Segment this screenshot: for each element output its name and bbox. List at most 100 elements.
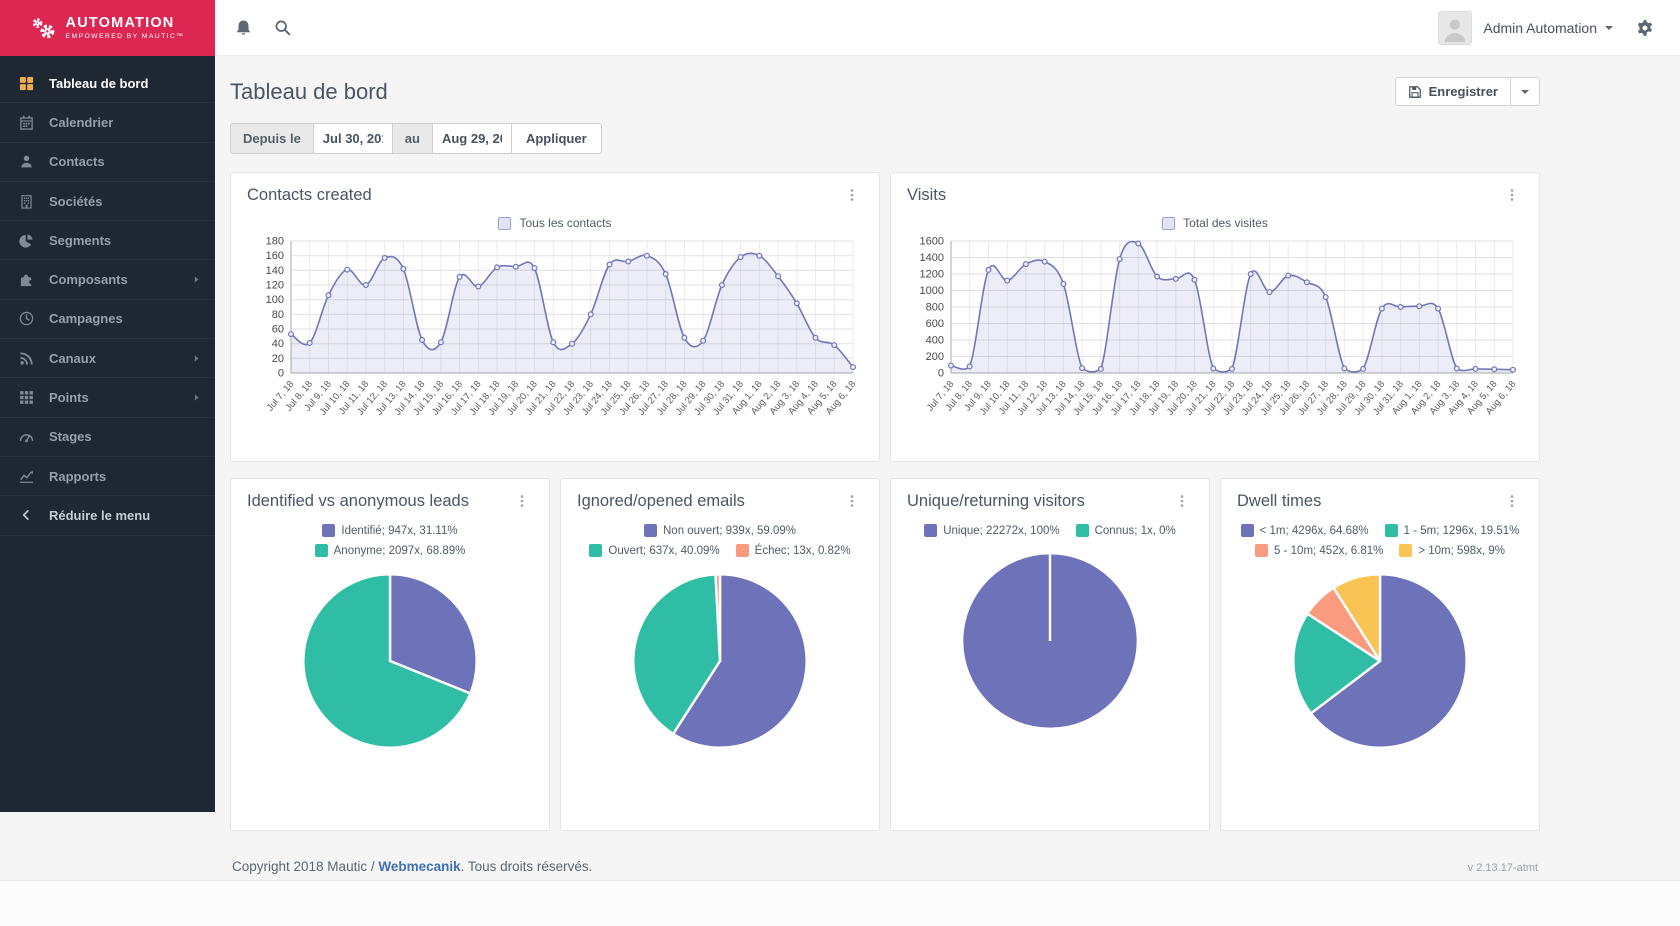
legend-item: Non ouvert; 939x, 59.09% <box>644 524 796 537</box>
topbar: AUTOMATION EMPOWERED BY MAUTIC™ <box>0 0 1680 56</box>
save-dropdown-button[interactable] <box>1510 77 1540 106</box>
legend-item[interactable]: Tous les contacts <box>247 216 863 230</box>
panel-title: Visits <box>907 186 946 205</box>
legend-swatch <box>1241 524 1254 537</box>
panel-menu-button[interactable] <box>1501 186 1523 207</box>
date-filter: Depuis le au Appliquer <box>230 123 1540 154</box>
panel-title: Dwell times <box>1237 492 1321 511</box>
svg-text:40: 40 <box>272 338 284 350</box>
contacts-created-panel: Contacts created Tous les contacts 0 20 40… <box>230 172 880 462</box>
identified-vs-anonymous-pie <box>299 570 481 752</box>
legend-item: Identifié; 947x, 31.11% <box>322 524 457 537</box>
puzzle-icon <box>17 272 35 287</box>
legend-item: 5 - 10m; 452x, 6.81% <box>1255 544 1383 557</box>
bell-icon <box>235 19 252 36</box>
legend-swatch <box>1076 524 1089 537</box>
chevron-left-icon <box>17 509 35 521</box>
visits-chart: 02004006008001000120014001600Jul 7, 18Ju… <box>907 233 1523 437</box>
svg-text:1400: 1400 <box>920 252 944 264</box>
save-icon <box>1408 85 1422 99</box>
legend-swatch <box>1255 544 1268 557</box>
svg-text:180: 180 <box>266 236 284 248</box>
sidebar-item-societes[interactable]: Sociétés <box>0 182 215 221</box>
svg-text:60: 60 <box>272 324 284 336</box>
apply-button[interactable]: Appliquer <box>511 123 602 154</box>
legend-item: > 10m; 598x, 9% <box>1399 544 1505 557</box>
search-button[interactable] <box>268 13 297 42</box>
panel-menu-button[interactable] <box>511 492 533 513</box>
webmecanik-link[interactable]: Webmecanik <box>378 859 460 874</box>
sidebar-item-tableau-de-bord[interactable]: Tableau de bord <box>0 64 215 103</box>
settings-button[interactable] <box>1630 13 1660 43</box>
sidebar-item-campagnes[interactable]: Campagnes <box>0 300 215 339</box>
legend-swatch <box>589 544 602 557</box>
page-title: Tableau de bord <box>230 79 388 105</box>
sidebar-item-segments[interactable]: Segments <box>0 221 215 260</box>
chevron-right-icon <box>192 354 201 363</box>
save-button[interactable]: Enregistrer <box>1395 77 1511 106</box>
legend-swatch <box>644 524 657 537</box>
user-name: Admin Automation <box>1483 20 1597 36</box>
notifications-button[interactable] <box>229 13 258 42</box>
footer: Copyright 2018 Mautic / Webmecanik. Tous… <box>230 831 1540 874</box>
user-menu[interactable]: Admin Automation <box>1483 20 1613 36</box>
panel-menu-button[interactable] <box>841 492 863 513</box>
legend-swatch <box>1385 524 1398 537</box>
svg-text:800: 800 <box>926 302 944 314</box>
ignored-opened-emails-panel: Ignored/opened emails Non ouvert; 939x, … <box>560 478 880 831</box>
brand-title: AUTOMATION <box>66 15 185 31</box>
legend-item: Échec; 13x, 0.82% <box>736 544 851 557</box>
legend-item[interactable]: Total des visites <box>907 216 1523 230</box>
brand-subtitle: EMPOWERED BY MAUTIC™ <box>66 33 185 40</box>
search-icon <box>274 19 291 36</box>
svg-text:1600: 1600 <box>920 236 944 248</box>
svg-text:200: 200 <box>926 351 944 363</box>
svg-text:120: 120 <box>266 280 284 292</box>
brand-gears-icon <box>31 15 57 41</box>
sidebar-item-contacts[interactable]: Contacts <box>0 143 215 182</box>
svg-text:1000: 1000 <box>920 285 944 297</box>
panel-menu-button[interactable] <box>841 186 863 207</box>
sidebar-item-rapports[interactable]: Rapports <box>0 457 215 496</box>
svg-text:0: 0 <box>278 368 284 380</box>
legend-item: Connus; 1x, 0% <box>1076 524 1176 537</box>
avatar[interactable] <box>1438 11 1472 45</box>
panel-menu-button[interactable] <box>1171 492 1193 513</box>
sidebar-item-canaux[interactable]: Canaux <box>0 339 215 378</box>
clock-icon <box>17 311 35 326</box>
dwell-times-panel: Dwell times < 1m; 4296x, 64.68% 1 - 5m; … <box>1220 478 1540 831</box>
panel-title: Ignored/opened emails <box>577 492 745 511</box>
legend-checkbox <box>1162 217 1175 230</box>
sidebar-item-points[interactable]: Points <box>0 378 215 417</box>
legend-swatch <box>736 544 749 557</box>
legend-item: Unique; 22272x, 100% <box>924 524 1059 537</box>
legend-checkbox <box>498 217 511 230</box>
visits-panel: Visits Total des visites 020040060080010… <box>890 172 1540 462</box>
chevron-down-icon <box>1521 90 1529 94</box>
sidebar-item-composants[interactable]: Composants <box>0 260 215 299</box>
date-from-input[interactable] <box>313 123 393 154</box>
person-icon <box>17 154 35 169</box>
panel-title: Contacts created <box>247 186 372 205</box>
brand-logo[interactable]: AUTOMATION EMPOWERED BY MAUTIC™ <box>0 0 215 56</box>
panel-title: Unique/returning visitors <box>907 492 1085 511</box>
dwell-times-pie <box>1289 570 1471 752</box>
svg-text:20: 20 <box>272 353 284 365</box>
legend-item: Anonyme; 2097x, 68.89% <box>315 544 466 557</box>
version-label: v 2.13.17-atmt <box>1468 862 1538 874</box>
app-body: Tableau de bord Calendrier Contacts Soci… <box>0 56 1680 880</box>
sidebar-item-stages[interactable]: Stages <box>0 418 215 457</box>
svg-text:100: 100 <box>266 294 284 306</box>
legend-swatch <box>315 544 328 557</box>
legend-swatch <box>322 524 335 537</box>
svg-text:80: 80 <box>272 309 284 321</box>
table-grid-icon <box>17 390 35 405</box>
copyright: Copyright 2018 Mautic / Webmecanik. Tous… <box>232 859 592 874</box>
date-to-input[interactable] <box>432 123 512 154</box>
sidebar-collapse-button[interactable]: Réduire le menu <box>0 496 215 535</box>
ignored-opened-emails-pie <box>629 570 811 752</box>
unique-returning-visitors-pie <box>959 550 1141 732</box>
sidebar-item-calendrier[interactable]: Calendrier <box>0 103 215 142</box>
panel-menu-button[interactable] <box>1501 492 1523 513</box>
main-content: Tableau de bord Enregistrer Depuis le au… <box>215 56 1680 874</box>
